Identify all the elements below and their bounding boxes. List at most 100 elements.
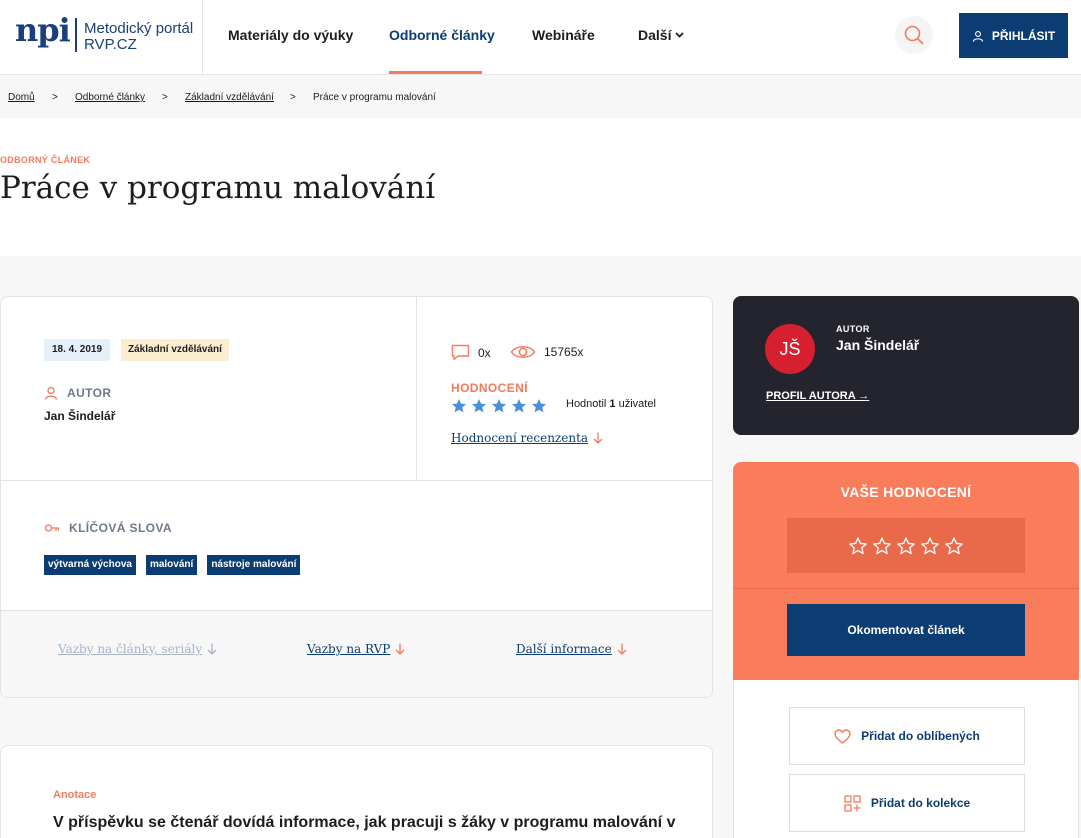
arrow-down-icon xyxy=(593,432,603,444)
your-rating-panel: VAŠE HODNOCENÍ Okomentovat článek xyxy=(733,462,1079,680)
nav-webinars[interactable]: Webináře xyxy=(532,27,595,43)
avatar[interactable]: JŠ xyxy=(765,324,815,374)
annotation-card: Anotace V příspěvku se čtenář dovídá inf… xyxy=(0,745,713,838)
reviewer-rating-label: Hodnocení recenzenta xyxy=(451,431,589,445)
star-outline-icon[interactable] xyxy=(920,536,940,556)
rating-stars xyxy=(451,398,547,414)
collection-add-icon xyxy=(844,794,861,812)
article-actions: Přidat do oblíbených Přidat do kolekce xyxy=(733,680,1079,838)
breadcrumb-articles[interactable]: Odborné články xyxy=(75,92,145,103)
rating-note: Hodnotil 1 uživatel xyxy=(566,398,656,410)
nav-articles[interactable]: Odborné články xyxy=(389,27,495,43)
login-label: PŘIHLÁSIT xyxy=(991,28,1056,43)
eye-icon xyxy=(510,346,536,358)
author-card-label: AUTOR xyxy=(836,324,870,334)
author-label-text: AUTOR xyxy=(67,386,112,400)
logo-line-2: RVP.CZ xyxy=(84,36,137,53)
add-collection-button[interactable]: Přidat do kolekce xyxy=(789,774,1025,832)
star-icon xyxy=(531,399,547,413)
page-title: Práce v programu malování xyxy=(0,170,436,206)
star-icon xyxy=(451,399,467,413)
breadcrumb-separator: > xyxy=(52,92,58,103)
annotation-text: V příspěvku se čtenář dovídá informace, … xyxy=(53,814,676,831)
reviewer-rating-link[interactable]: Hodnocení recenzenta xyxy=(451,431,603,445)
rating-input[interactable] xyxy=(787,518,1025,573)
star-outline-icon[interactable] xyxy=(872,536,892,556)
keyword-tag[interactable]: výtvarná výchova xyxy=(44,555,136,575)
more-info-label: Další informace xyxy=(516,642,612,656)
author-card: JŠ AUTOR Jan Šindelář PROFIL AUTORA → xyxy=(733,296,1079,435)
arrow-down-icon xyxy=(395,643,405,655)
divider xyxy=(1,480,712,481)
add-favorite-label: Přidat do oblíbených xyxy=(861,729,980,743)
logo-line-1: Metodický portál xyxy=(84,20,194,37)
divider xyxy=(1,610,712,611)
nav-active-indicator xyxy=(389,71,482,74)
star-icon xyxy=(471,399,487,413)
author-name[interactable]: Jan Šindelář xyxy=(44,409,115,423)
keywords-label: KLÍČOVÁ SLOVA xyxy=(44,521,172,535)
site-header: npi Metodický portál RVP.CZ Materiály do… xyxy=(0,0,1081,75)
author-profile-link[interactable]: PROFIL AUTORA → xyxy=(766,390,869,402)
comment-icon xyxy=(451,344,470,361)
divider xyxy=(733,588,1079,589)
author-card-name: Jan Šindelář xyxy=(836,337,920,353)
chevron-down-icon xyxy=(675,32,685,38)
logo-mark: npi xyxy=(15,11,71,49)
arrow-down-icon xyxy=(617,643,627,655)
view-count: 15765x xyxy=(510,344,583,360)
article-type: ODBORNÝ ČLÁNEK xyxy=(0,155,91,165)
add-favorite-button[interactable]: Přidat do oblíbených xyxy=(789,707,1025,765)
key-icon xyxy=(44,524,60,532)
user-icon xyxy=(44,386,58,400)
related-articles-label: Vazby na články, seriály xyxy=(58,642,203,656)
logo-divider xyxy=(75,18,77,52)
keywords-label-text: KLÍČOVÁ SLOVA xyxy=(69,521,172,535)
rating-label: HODNOCENÍ xyxy=(451,381,528,395)
arrow-down-icon xyxy=(207,643,217,655)
annotation-label: Anotace xyxy=(53,789,97,801)
level-badge[interactable]: Základní vzdělávání xyxy=(121,339,229,361)
keyword-tag[interactable]: malování xyxy=(145,555,198,575)
comment-count[interactable]: 0x xyxy=(451,344,491,361)
breadcrumb-current: Práce v programu malování xyxy=(313,92,436,103)
rating-note-prefix: Hodnotil xyxy=(566,398,607,410)
view-count-value: 15765x xyxy=(544,345,584,359)
star-outline-icon[interactable] xyxy=(896,536,916,556)
rvp-links-label: Vazby na RVP xyxy=(307,642,391,656)
author-label: AUTOR xyxy=(44,386,111,400)
heart-icon xyxy=(834,728,851,744)
comment-button[interactable]: Okomentovat článek xyxy=(787,604,1025,656)
more-info-link[interactable]: Další informace xyxy=(516,642,627,656)
date-badge: 18. 4. 2019 xyxy=(44,339,111,361)
breadcrumb-basic-education[interactable]: Základní vzdělávání xyxy=(185,92,274,103)
nav-materials[interactable]: Materiály do výuky xyxy=(228,27,353,43)
comment-count-value: 0x xyxy=(478,345,491,360)
user-icon xyxy=(972,30,983,42)
rvp-links-link[interactable]: Vazby na RVP xyxy=(307,642,405,656)
article-info-card: 18. 4. 2019 Základní vzdělávání AUTOR Ja… xyxy=(0,296,713,698)
star-icon xyxy=(491,399,507,413)
breadcrumb-separator: > xyxy=(162,92,168,103)
keyword-list: výtvarná výchova malování nástroje malov… xyxy=(44,555,301,575)
rating-note-count: 1 xyxy=(609,398,616,410)
breadcrumb: Domů > Odborné články > Základní vzděláv… xyxy=(0,76,1081,118)
nav-more-label: Další xyxy=(638,27,672,43)
breadcrumb-home[interactable]: Domů xyxy=(8,92,35,103)
keyword-tag[interactable]: nástroje malování xyxy=(207,555,301,575)
nav-more[interactable]: Další xyxy=(638,27,685,43)
star-outline-icon[interactable] xyxy=(944,536,964,556)
login-button[interactable]: PŘIHLÁSIT xyxy=(959,13,1068,58)
star-icon xyxy=(511,399,527,413)
star-outline-icon[interactable] xyxy=(848,536,868,556)
breadcrumb-separator: > xyxy=(290,92,296,103)
divider xyxy=(416,297,417,480)
search-button[interactable] xyxy=(895,16,933,54)
your-rating-title: VAŠE HODNOCENÍ xyxy=(840,484,972,500)
add-collection-label: Přidat do kolekce xyxy=(870,796,971,810)
rating-note-suffix: uživatel xyxy=(618,398,656,410)
search-icon xyxy=(904,25,924,45)
title-section: ODBORNÝ ČLÁNEK Práce v programu malování xyxy=(0,118,1081,256)
related-articles-link[interactable]: Vazby na články, seriály xyxy=(58,642,217,656)
site-logo[interactable]: npi Metodický portál RVP.CZ xyxy=(0,0,203,75)
